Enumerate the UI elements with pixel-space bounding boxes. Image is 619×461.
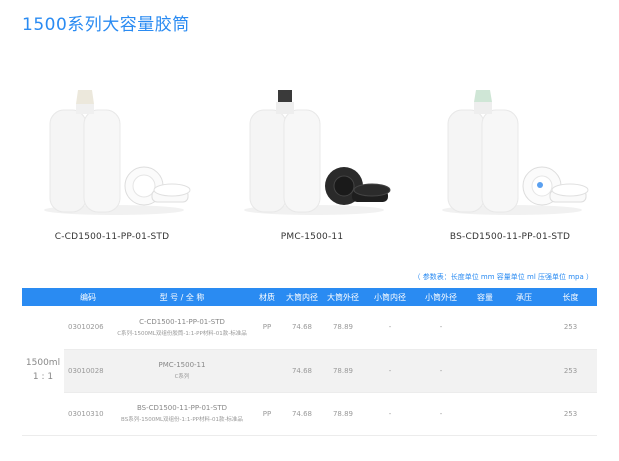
cell-code: 03010310 bbox=[64, 392, 112, 436]
table-row[interactable]: 1500ml 1 : 1 03010206 C-CD1500-11-PP-01-… bbox=[22, 306, 597, 436]
cell-model: BS-CD1500-11-PP-01-STD BS系列-1500ML双组份-1:… bbox=[112, 392, 252, 436]
header-pressure: 承压 bbox=[516, 292, 532, 302]
cell-small-inner: - bbox=[364, 392, 416, 436]
table-row[interactable]: 03010028 PMC-1500-11 C系列 74.68 78.89 - -… bbox=[22, 349, 597, 393]
cell-length: 253 bbox=[544, 306, 597, 350]
cell-capacity bbox=[466, 392, 504, 436]
header-big-outer: 大筒外径 bbox=[327, 292, 359, 302]
model-name: PMC-1500-11 bbox=[158, 361, 206, 369]
table-row[interactable]: 03010310 BS-CD1500-11-PP-01-STD BS系列-150… bbox=[22, 392, 597, 436]
product-label: PMC-1500-11 bbox=[280, 232, 344, 242]
header-group bbox=[22, 288, 64, 306]
cell-big-outer: 78.89 bbox=[322, 306, 364, 350]
cartridge-image bbox=[442, 90, 589, 215]
page-title: 1500系列大容量胶筒 bbox=[22, 15, 190, 35]
product-card[interactable]: C-CD1500-11-PP-01-STD bbox=[22, 80, 202, 250]
cell-big-outer: 78.89 bbox=[322, 349, 364, 393]
product-card[interactable]: PMC-1500-11 bbox=[222, 80, 402, 250]
cell-small-inner: - bbox=[364, 349, 416, 393]
model-name: C-CD1500-11-PP-01-STD bbox=[139, 317, 225, 326]
cell-length: 253 bbox=[544, 349, 597, 393]
cell-big-outer: 78.89 bbox=[322, 392, 364, 436]
table-header-row: 编码 型 号 / 全 称 材质 大筒内径 大筒外径 小筒内径 小筒外径 容量 承… bbox=[22, 288, 597, 306]
cell-small-outer: - bbox=[416, 349, 466, 393]
header-big-inner: 大筒内径 bbox=[286, 292, 318, 302]
model-name: BS-CD1500-11-PP-01-STD bbox=[136, 404, 228, 412]
header-length: 长度 bbox=[562, 292, 579, 302]
cell-small-inner: - bbox=[364, 306, 416, 350]
header-small-inner: 小筒内径 bbox=[374, 292, 406, 302]
cell-pressure bbox=[504, 392, 544, 436]
cartridge-image bbox=[44, 90, 191, 215]
header-capacity: 容量 bbox=[477, 292, 493, 302]
spec-table-container: 编码 型 号 / 全 称 材质 大筒内径 大筒外径 小筒内径 小筒外径 容量 承… bbox=[22, 288, 597, 436]
cell-small-outer: - bbox=[416, 392, 466, 436]
group-volume: 1500ml bbox=[25, 358, 61, 369]
cell-material bbox=[252, 349, 282, 393]
header-code: 编码 bbox=[80, 292, 96, 302]
cell-material: PP bbox=[252, 306, 282, 350]
cell-capacity bbox=[466, 306, 504, 350]
product-label: C-CD1500-11-PP-01-STD bbox=[54, 232, 170, 242]
spec-table: 编码 型 号 / 全 称 材质 大筒内径 大筒外径 小筒内径 小筒外径 容量 承… bbox=[22, 288, 597, 436]
cell-small-outer: - bbox=[416, 306, 466, 350]
model-desc: C系列 bbox=[174, 374, 190, 380]
cell-model: PMC-1500-11 C系列 bbox=[112, 349, 252, 393]
model-desc: C系列-1500ML双组份胶筒-1:1-PP材料-01款-标准品 bbox=[117, 330, 247, 337]
cell-pressure bbox=[504, 306, 544, 350]
header-model: 型 号 / 全 称 bbox=[159, 292, 205, 302]
cell-model: C-CD1500-11-PP-01-STD C系列-1500ML双组份胶筒-1:… bbox=[112, 306, 252, 350]
header-small-outer: 小筒外径 bbox=[425, 292, 457, 302]
cell-big-inner: 74.68 bbox=[282, 306, 322, 350]
cell-code: 03010028 bbox=[64, 349, 112, 393]
product-card[interactable]: BS-CD1500-11-PP-01-STD bbox=[420, 80, 600, 250]
cell-big-inner: 74.68 bbox=[282, 392, 322, 436]
cell-pressure bbox=[504, 349, 544, 393]
cell-big-inner: 74.68 bbox=[282, 349, 322, 393]
group-cell: 1500ml 1 : 1 bbox=[22, 306, 64, 436]
header-material: 材质 bbox=[259, 292, 275, 302]
product-label: BS-CD1500-11-PP-01-STD bbox=[449, 232, 571, 242]
units-note: （ 参数表：长度单位 mm 容量单位 ml 压强单位 mpa ） bbox=[413, 273, 593, 281]
cell-material: PP bbox=[252, 392, 282, 436]
cell-code: 03010206 bbox=[64, 306, 112, 350]
cell-capacity bbox=[466, 349, 504, 393]
cell-length: 253 bbox=[544, 392, 597, 436]
model-desc: BS系列-1500ML双组份-1:1-PP材料-01款-标准品 bbox=[121, 417, 243, 423]
group-ratio: 1 : 1 bbox=[32, 372, 54, 383]
cartridge-image bbox=[244, 90, 391, 215]
